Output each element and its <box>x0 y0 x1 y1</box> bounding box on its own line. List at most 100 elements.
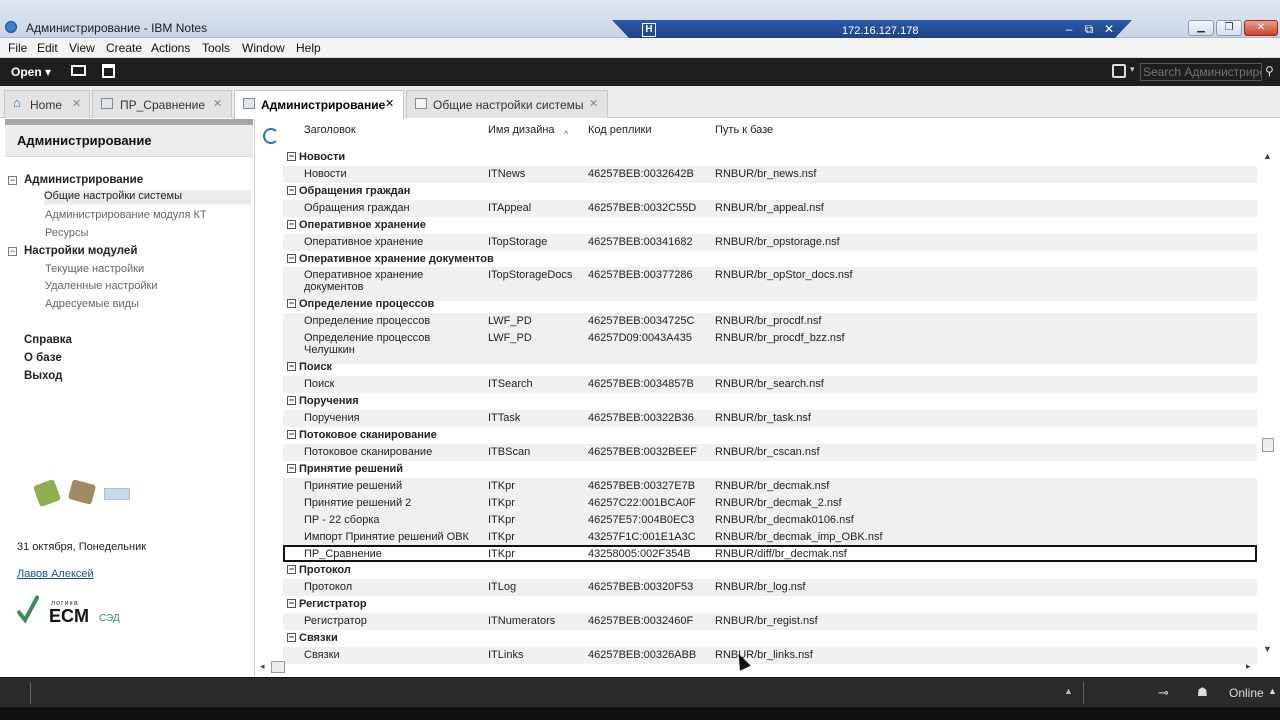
category-row[interactable]: − Поручения <box>283 393 1257 410</box>
print-icon[interactable] <box>67 479 97 505</box>
collapse-icon[interactable]: − <box>8 247 17 256</box>
collapse-icon[interactable]: − <box>287 299 296 308</box>
table-row[interactable]: Принятие решений 2 ITKpr 46257C22:001BCA0F… <box>283 495 1257 512</box>
search-icon[interactable]: ⚲ <box>1265 64 1274 78</box>
maximize-button[interactable]: ❐ <box>1216 20 1242 36</box>
pin-icon[interactable]: H <box>642 23 656 37</box>
category-row[interactable]: − Поиск <box>283 359 1257 376</box>
minimize-button[interactable]: ▁ <box>1188 20 1214 36</box>
nav-item-resources[interactable]: Ресурсы <box>45 227 88 239</box>
hscroll-thumb[interactable] <box>271 661 285 673</box>
status-expand-icon[interactable]: ▲ <box>1064 686 1073 696</box>
table-row[interactable]: Поручения ITTask 46257BEB:00322B36 RNBUR/br… <box>283 410 1257 427</box>
collapse-icon[interactable]: − <box>287 430 296 439</box>
close-icon[interactable]: ✕ <box>72 97 81 110</box>
table-row[interactable]: Регистратор ITNumerators 46257BEB:0032460F… <box>283 613 1257 630</box>
collapse-icon[interactable]: − <box>287 220 296 229</box>
key-icon[interactable]: ⊸ <box>1158 685 1178 700</box>
column-header-db-path[interactable]: Путь к базе <box>715 124 773 136</box>
table-row[interactable]: Протокол ITLog 46257BEB:00320F53 RNBUR/br_l… <box>283 579 1257 596</box>
nav-item-remote-settings[interactable]: Удаленные настройки <box>45 280 158 292</box>
money-icon[interactable] <box>32 478 62 508</box>
category-row[interactable]: − Связки <box>283 630 1257 647</box>
chevron-up-icon[interactable]: ▲ <box>1268 686 1277 696</box>
scroll-right-icon[interactable]: ▸ <box>1246 661 1251 672</box>
refresh-icon[interactable] <box>263 128 279 144</box>
scroll-left-icon[interactable]: ◂ <box>260 661 265 672</box>
nav-item-kt-admin[interactable]: Администрирование модуля КТ <box>45 209 207 221</box>
people-icon[interactable]: ☗ <box>1197 685 1208 699</box>
collapse-icon[interactable]: − <box>287 565 296 574</box>
scroll-thumb[interactable] <box>1262 438 1274 452</box>
horizontal-scrollbar[interactable]: ◂ ▸ <box>255 659 1260 675</box>
close-icon[interactable]: ✕ <box>589 97 598 110</box>
menu-view[interactable]: View <box>69 41 95 55</box>
column-header-replica-id[interactable]: Код реплики <box>588 124 651 136</box>
table-row[interactable]: Импорт Принятие решений ОВК ITKpr 43257F1C… <box>283 529 1257 546</box>
table-row[interactable]: Принятие решений ITKpr 46257BEB:00327E7B RN… <box>283 478 1257 495</box>
scroll-down-icon[interactable]: ▼ <box>1263 644 1272 654</box>
scroll-up-icon[interactable]: ▲ <box>1263 151 1272 161</box>
collapse-icon[interactable]: − <box>287 362 296 371</box>
category-row[interactable]: − Оперативное хранение <box>283 217 1257 234</box>
table-row[interactable]: Оперативное хранение ITopStorage 46257BEB:… <box>283 234 1257 251</box>
table-row[interactable]: ПР - 22 сборка ITKpr 46257E57:004B0EC3 RNBU… <box>283 512 1257 529</box>
table-row[interactable]: Поиск ITSearch 46257BEB:0034857B RNBUR/br_s… <box>283 376 1257 393</box>
table-row[interactable]: Обращения граждан ITAppeal 46257BEB:0032C5… <box>283 200 1257 217</box>
rdp-minimize-button[interactable]: ‒ <box>1062 22 1076 36</box>
menu-create[interactable]: Create <box>106 41 142 55</box>
rdp-close-button[interactable]: ✕ <box>1102 22 1116 36</box>
category-row[interactable]: − Потоковое сканирование <box>283 427 1257 444</box>
menu-help[interactable]: Help <box>296 41 321 55</box>
collapse-icon[interactable]: − <box>8 176 17 185</box>
nav-item-general-settings[interactable]: Общие настройки системы <box>44 190 251 205</box>
open-button[interactable]: Open ▾ <box>11 65 51 79</box>
rdp-restore-button[interactable]: ⧉ <box>1082 22 1096 37</box>
nav-link-about[interactable]: О базе <box>24 352 62 364</box>
nav-link-exit[interactable]: Выход <box>24 370 62 382</box>
tab-administration[interactable]: Администрирование ✕ <box>234 90 404 119</box>
collapse-icon[interactable]: − <box>287 633 296 642</box>
column-header-title[interactable]: Заголовок <box>304 124 356 136</box>
nav-item-current-settings[interactable]: Текущие настройки <box>45 263 144 275</box>
category-row[interactable]: − Оперативное хранение документов <box>283 251 1257 268</box>
calendar-icon[interactable] <box>102 64 115 78</box>
sort-ascending-icon[interactable]: ^ <box>564 129 568 139</box>
category-row[interactable]: − Регистратор <box>283 596 1257 613</box>
table-row[interactable]: Потоковое сканирование ITBScan 46257BEB:00… <box>283 444 1257 461</box>
collapse-icon[interactable]: − <box>287 152 296 161</box>
table-row[interactable]: Новости ITNews 46257BEB:0032642B RNBUR/br_n… <box>283 166 1257 183</box>
nav-group-administration[interactable]: Администрирование <box>24 174 143 186</box>
table-row[interactable]: Определение процессов LWF_PD 46257BEB:0034… <box>283 313 1257 330</box>
category-row[interactable]: − Определение процессов <box>283 296 1257 313</box>
close-icon[interactable]: ✕ <box>385 97 394 110</box>
collapse-icon[interactable]: − <box>287 599 296 608</box>
tab-pr-comparison[interactable]: ПР_Сравнение ✕ <box>92 90 232 118</box>
selected-table-row[interactable]: ПР_Сравнение ITKpr 43258005:002F354B RNBUR/… <box>283 545 1257 562</box>
category-row[interactable]: − Принятие решений <box>283 461 1257 478</box>
close-icon[interactable]: ✕ <box>213 97 222 110</box>
category-row[interactable]: − Новости <box>283 149 1257 166</box>
search-scope-icon[interactable] <box>1112 64 1126 78</box>
nav-link-help[interactable]: Справка <box>24 334 72 346</box>
chevron-down-icon[interactable]: ▾ <box>1130 64 1135 75</box>
tab-general-settings[interactable]: Общие настройки системы ✕ <box>406 90 608 118</box>
window-icon[interactable] <box>104 488 130 500</box>
mail-icon[interactable] <box>71 65 86 76</box>
menu-edit[interactable]: Edit <box>37 41 58 55</box>
menu-actions[interactable]: Actions <box>151 41 190 55</box>
search-input[interactable] <box>1140 63 1262 81</box>
user-link[interactable]: Лавов Алексей <box>17 568 94 580</box>
menu-window[interactable]: Window <box>242 41 285 55</box>
collapse-icon[interactable]: − <box>287 186 296 195</box>
online-status[interactable]: Online <box>1229 686 1264 700</box>
nav-group-module-settings[interactable]: Настройки модулей <box>24 245 137 257</box>
vertical-scrollbar[interactable]: ▲ ▼ <box>1260 147 1276 659</box>
column-header-design-name[interactable]: Имя дизайна <box>488 124 555 136</box>
collapse-icon[interactable]: − <box>287 464 296 473</box>
nav-item-addressed-views[interactable]: Адресуемые виды <box>45 298 139 310</box>
tab-home[interactable]: ⌂ Home ✕ <box>4 90 90 118</box>
collapse-icon[interactable]: − <box>287 396 296 405</box>
category-row[interactable]: − Протокол <box>283 562 1257 579</box>
collapse-icon[interactable]: − <box>287 254 296 263</box>
